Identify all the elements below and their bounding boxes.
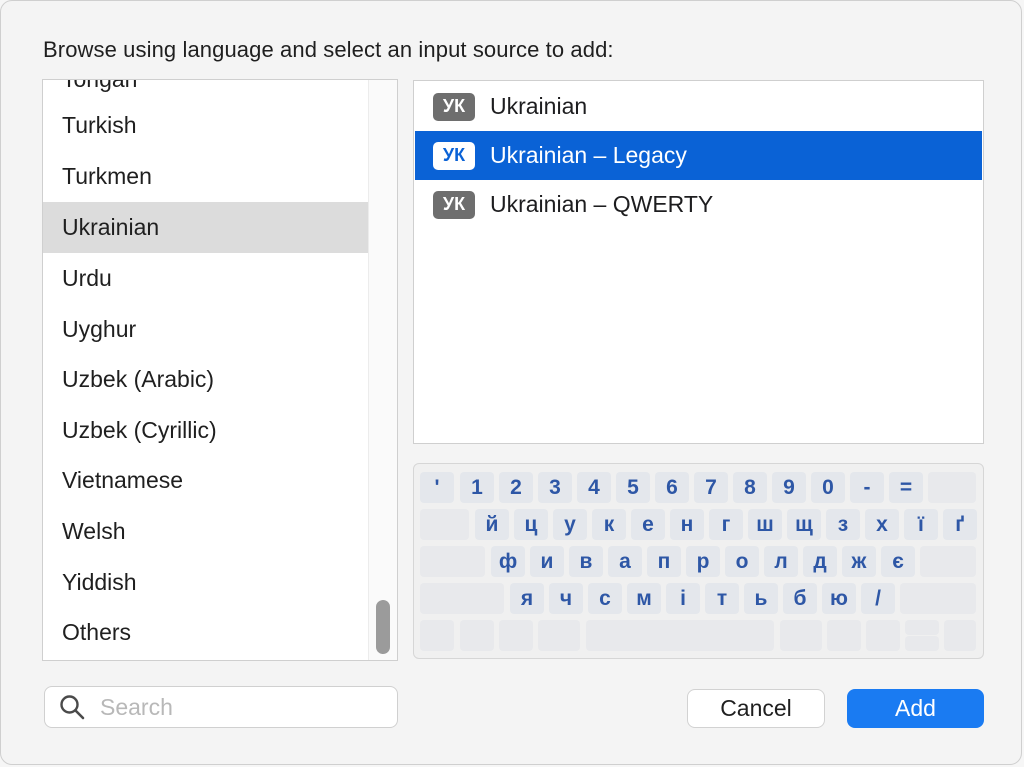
key: х bbox=[865, 509, 899, 540]
key: о bbox=[725, 546, 759, 577]
key-return bbox=[920, 546, 976, 577]
key: - bbox=[850, 472, 884, 503]
key-arrow-up bbox=[905, 620, 939, 635]
key: у bbox=[553, 509, 587, 540]
dialog-prompt: Browse using language and select an inpu… bbox=[43, 37, 614, 62]
key: 1 bbox=[460, 472, 494, 503]
key: ч bbox=[549, 583, 583, 614]
key: 5 bbox=[616, 472, 650, 503]
key-command-right bbox=[780, 620, 822, 651]
search-field[interactable] bbox=[44, 686, 398, 728]
add-button[interactable]: Add bbox=[847, 689, 984, 728]
key: ш bbox=[748, 509, 782, 540]
language-item-others[interactable]: Others bbox=[43, 607, 368, 658]
key: 8 bbox=[733, 472, 767, 503]
key-shift-right bbox=[900, 583, 976, 614]
language-item-uzbek-cyrillic[interactable]: Uzbek (Cyrillic) bbox=[43, 405, 368, 456]
key: с bbox=[588, 583, 622, 614]
search-input[interactable] bbox=[98, 692, 382, 722]
language-item-turkish[interactable]: Turkish bbox=[43, 100, 368, 151]
key-tab bbox=[420, 509, 469, 540]
cancel-button[interactable]: Cancel bbox=[687, 689, 825, 728]
language-item-ukrainian[interactable]: Ukrainian bbox=[43, 202, 368, 253]
language-item-vietnamese[interactable]: Vietnamese bbox=[43, 455, 368, 506]
key-arrow-down bbox=[905, 636, 939, 651]
key: щ bbox=[787, 509, 821, 540]
source-item-ukrainian[interactable]: УК Ukrainian bbox=[415, 82, 982, 131]
key: ж bbox=[842, 546, 876, 577]
key-control bbox=[460, 620, 494, 651]
key: р bbox=[686, 546, 720, 577]
language-item-uzbek-arabic[interactable]: Uzbek (Arabic) bbox=[43, 354, 368, 405]
source-item-ukrainian-legacy[interactable]: УК Ukrainian – Legacy bbox=[415, 131, 982, 180]
key: в bbox=[569, 546, 603, 577]
key: ф bbox=[491, 546, 525, 577]
key-shift-left bbox=[420, 583, 504, 614]
key: 7 bbox=[694, 472, 728, 503]
language-list[interactable]: Tongan Turkish Turkmen Ukrainian Urdu Uy… bbox=[42, 79, 398, 661]
language-item-turkmen[interactable]: Turkmen bbox=[43, 151, 368, 202]
key-command bbox=[538, 620, 580, 651]
key: 4 bbox=[577, 472, 611, 503]
keyboard-preview: ' 1 2 3 4 5 6 7 8 9 0 - = й ц у к е н г … bbox=[413, 463, 984, 659]
search-icon bbox=[60, 695, 85, 720]
key: 0 bbox=[811, 472, 845, 503]
key: т bbox=[705, 583, 739, 614]
key: б bbox=[783, 583, 817, 614]
key-space bbox=[586, 620, 774, 651]
key-fn bbox=[420, 620, 454, 651]
key: д bbox=[803, 546, 837, 577]
key: г bbox=[709, 509, 743, 540]
key: ї bbox=[904, 509, 938, 540]
key: и bbox=[530, 546, 564, 577]
key: 2 bbox=[499, 472, 533, 503]
language-list-scrollbar[interactable] bbox=[368, 80, 397, 660]
key: ц bbox=[514, 509, 548, 540]
key-delete bbox=[928, 472, 976, 503]
keyboard-layout-badge: УК bbox=[433, 141, 475, 170]
key-caps bbox=[420, 546, 485, 577]
key: ' bbox=[420, 472, 454, 503]
key: м bbox=[627, 583, 661, 614]
key: / bbox=[861, 583, 895, 614]
key-option-right bbox=[827, 620, 861, 651]
source-item-label: Ukrainian – Legacy bbox=[490, 142, 687, 168]
key: к bbox=[592, 509, 626, 540]
key-option bbox=[499, 620, 533, 651]
source-item-label: Ukrainian bbox=[490, 93, 588, 119]
key: ь bbox=[744, 583, 778, 614]
language-item-yiddish[interactable]: Yiddish bbox=[43, 557, 368, 608]
key: 9 bbox=[772, 472, 806, 503]
key: ю bbox=[822, 583, 856, 614]
key: й bbox=[475, 509, 509, 540]
source-item-label: Ukrainian – QWERTY bbox=[490, 191, 714, 217]
key: і bbox=[666, 583, 700, 614]
key: є bbox=[881, 546, 915, 577]
language-item-uyghur[interactable]: Uyghur bbox=[43, 304, 368, 355]
key: я bbox=[510, 583, 544, 614]
key-arrow-right bbox=[944, 620, 976, 651]
key: е bbox=[631, 509, 665, 540]
key: 6 bbox=[655, 472, 689, 503]
scrollbar-thumb[interactable] bbox=[376, 600, 390, 654]
add-input-source-dialog: Browse using language and select an inpu… bbox=[0, 0, 1022, 765]
input-source-list[interactable]: УК Ukrainian УК Ukrainian – Legacy УК Uk… bbox=[413, 80, 984, 444]
keyboard-layout-badge: УК bbox=[433, 92, 475, 121]
key: 3 bbox=[538, 472, 572, 503]
source-item-ukrainian-qwerty[interactable]: УК Ukrainian – QWERTY bbox=[415, 180, 982, 229]
key: = bbox=[889, 472, 923, 503]
key-arrow-left bbox=[866, 620, 900, 651]
keyboard-layout-badge: УК bbox=[433, 190, 475, 219]
key: п bbox=[647, 546, 681, 577]
key: л bbox=[764, 546, 798, 577]
key: а bbox=[608, 546, 642, 577]
language-item-welsh[interactable]: Welsh bbox=[43, 506, 368, 557]
language-item-urdu[interactable]: Urdu bbox=[43, 253, 368, 304]
key: н bbox=[670, 509, 704, 540]
key: з bbox=[826, 509, 860, 540]
key: ґ bbox=[943, 509, 977, 540]
